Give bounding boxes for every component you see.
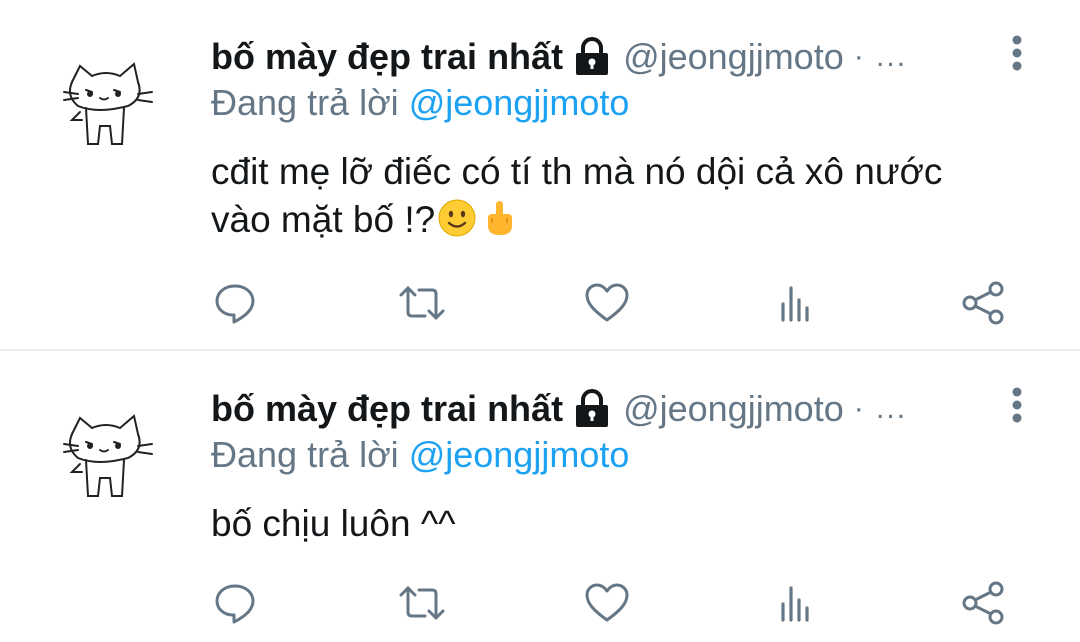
tweet-text: cđit mẹ lỡ điếc có tí th mà nó dội cả xô…	[211, 148, 1061, 244]
lock-icon	[573, 389, 611, 429]
replying-mention[interactable]: @jeongjjmoto	[409, 82, 630, 123]
replying-mention[interactable]: @jeongjjmoto	[409, 434, 630, 475]
avatar[interactable]	[58, 404, 158, 504]
more-options-icon[interactable]	[1003, 386, 1031, 426]
share-icon[interactable]	[958, 278, 1008, 328]
avatar[interactable]	[58, 52, 158, 152]
display-name[interactable]: bố mày đẹp trai nhất	[211, 388, 563, 430]
tweet-header: bố mày đẹp trai nhất @jeongjjmoto · ...	[211, 34, 907, 80]
tweet-text-line: cđit mẹ lỡ điếc có tí th mà nó dội cả xô…	[211, 151, 943, 192]
tweet-text-line-2: vào mặt bố !?	[211, 196, 1061, 244]
display-name[interactable]: bố mày đẹp trai nhất	[211, 36, 563, 78]
handle[interactable]: @jeongjjmoto	[623, 36, 844, 78]
retweet-icon[interactable]	[397, 578, 447, 628]
tweet[interactable]: bố mày đẹp trai nhất @jeongjjmoto · ... …	[0, 0, 1080, 350]
analytics-icon[interactable]	[770, 278, 820, 328]
middle-finger-emoji	[479, 198, 519, 238]
more-options-icon[interactable]	[1003, 34, 1031, 74]
tweet-divider	[0, 349, 1080, 351]
replying-to: Đang trả lời @jeongjjmoto	[211, 82, 629, 124]
tweet-header: bố mày đẹp trai nhất @jeongjjmoto · ...	[211, 386, 907, 432]
retweet-icon[interactable]	[397, 278, 447, 328]
reply-icon[interactable]	[210, 278, 260, 328]
cat-avatar-icon	[63, 62, 153, 145]
lock-icon	[573, 37, 611, 77]
share-icon[interactable]	[958, 578, 1008, 628]
tweet-text-line: bố chịu luôn ^^	[211, 503, 456, 544]
tweet-actions	[0, 578, 1080, 628]
like-icon[interactable]	[582, 278, 632, 328]
separator: · ...	[853, 40, 908, 73]
separator: · ...	[853, 392, 908, 425]
analytics-icon[interactable]	[770, 578, 820, 628]
replying-to: Đang trả lời @jeongjjmoto	[211, 434, 629, 476]
like-icon[interactable]	[582, 578, 632, 628]
handle[interactable]: @jeongjjmoto	[623, 388, 844, 430]
cat-avatar-icon	[63, 414, 153, 497]
replying-prefix: Đang trả lời	[211, 82, 399, 123]
tweet-text: bố chịu luôn ^^	[211, 500, 1061, 548]
slightly-smiling-face-emoji	[437, 198, 477, 238]
tweet-text-line: vào mặt bố !?	[211, 199, 436, 240]
tweet-actions	[0, 278, 1080, 328]
reply-icon[interactable]	[210, 578, 260, 628]
tweet[interactable]: bố mày đẹp trai nhất @jeongjjmoto · ... …	[0, 352, 1080, 642]
replying-prefix: Đang trả lời	[211, 434, 399, 475]
